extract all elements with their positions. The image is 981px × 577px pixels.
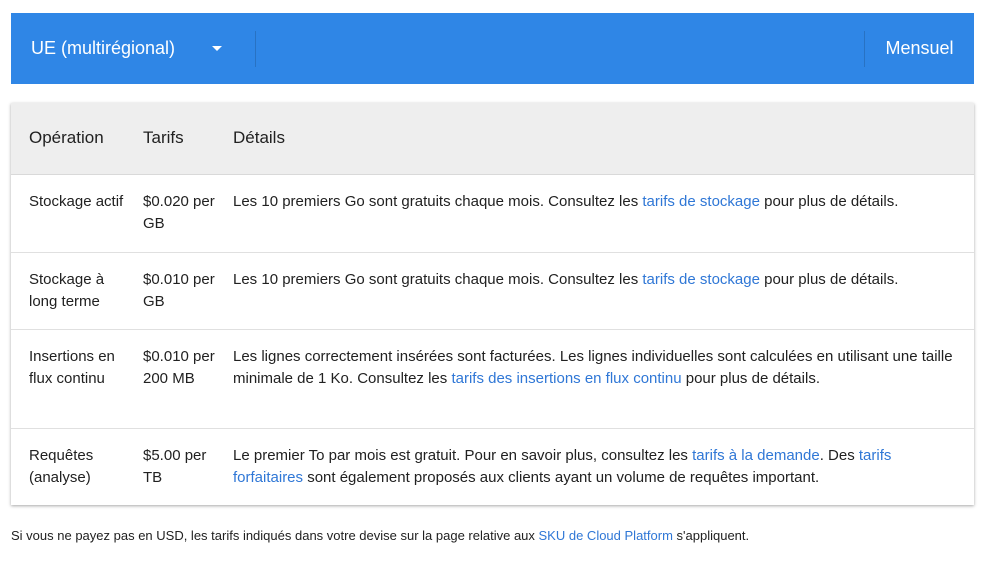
- storage-pricing-link[interactable]: tarifs de stockage: [642, 193, 760, 210]
- column-header-operation: Opération: [29, 128, 104, 147]
- storage-pricing-link[interactable]: tarifs de stockage: [642, 271, 760, 288]
- operation-cell: Stockage à long terme: [29, 271, 105, 310]
- price-cell: $0.020 per GB: [143, 193, 215, 232]
- operation-cell: Stockage actif: [29, 193, 124, 210]
- footnote-text: s'appliquent.: [672, 528, 750, 543]
- toolbar-divider: [255, 31, 256, 67]
- region-dropdown[interactable]: UE (multirégional): [11, 13, 255, 84]
- details-cell: Les 10 premiers Go sont gratuits chaque …: [233, 269, 963, 291]
- details-cell: Les lignes correctement insérées sont fa…: [233, 346, 963, 390]
- region-dropdown-label: UE (multirégional): [31, 38, 176, 58]
- operation-cell: Requêtes (analyse): [29, 447, 94, 486]
- table-header: Opération Tarifs Détails: [11, 103, 974, 175]
- details-text: pour plus de détails.: [759, 193, 899, 210]
- table-row: Stockage à long terme $0.010 per GB Les …: [11, 253, 974, 330]
- details-text: Les 10 premiers Go sont gratuits chaque …: [233, 193, 643, 210]
- price-cell: $0.010 per 200 MB: [143, 348, 215, 387]
- table-row: Requêtes (analyse) $5.00 per TB Le premi…: [11, 429, 974, 505]
- currency-footnote: Si vous ne payez pas en USD, les tarifs …: [11, 528, 971, 543]
- details-text: Le premier To par mois est gratuit. Pour…: [233, 447, 693, 464]
- table-row: Insertions en flux continu $0.010 per 20…: [11, 330, 974, 429]
- streaming-inserts-pricing-link[interactable]: tarifs des insertions en flux continu: [451, 370, 681, 387]
- details-text: sont également proposés aux clients ayan…: [303, 469, 820, 486]
- details-text: pour plus de détails.: [759, 271, 899, 288]
- details-text: pour plus de détails.: [681, 370, 820, 387]
- pricing-table: Opération Tarifs Détails Stockage actif …: [11, 103, 974, 505]
- billing-period-selector[interactable]: Mensuel: [865, 13, 974, 84]
- details-text: . Des: [819, 447, 859, 464]
- details-text: Les 10 premiers Go sont gratuits chaque …: [233, 271, 643, 288]
- column-header-details: Détails: [233, 128, 285, 147]
- price-cell: $5.00 per TB: [143, 447, 207, 486]
- table-row: Stockage actif $0.020 per GB Les 10 prem…: [11, 175, 974, 253]
- column-header-price: Tarifs: [143, 128, 184, 147]
- details-cell: Les 10 premiers Go sont gratuits chaque …: [233, 191, 963, 213]
- billing-period-label: Mensuel: [885, 38, 954, 58]
- price-cell: $0.010 per GB: [143, 271, 215, 310]
- footnote-text: Si vous ne payez pas en USD, les tarifs …: [11, 528, 539, 543]
- region-toolbar: UE (multirégional) Mensuel: [11, 13, 974, 84]
- cloud-platform-sku-link[interactable]: SKU de Cloud Platform: [539, 528, 673, 543]
- on-demand-pricing-link[interactable]: tarifs à la demande: [692, 447, 820, 464]
- details-cell: Le premier To par mois est gratuit. Pour…: [233, 445, 963, 489]
- dropdown-arrow-icon: [212, 46, 222, 51]
- operation-cell: Insertions en flux continu: [29, 348, 115, 387]
